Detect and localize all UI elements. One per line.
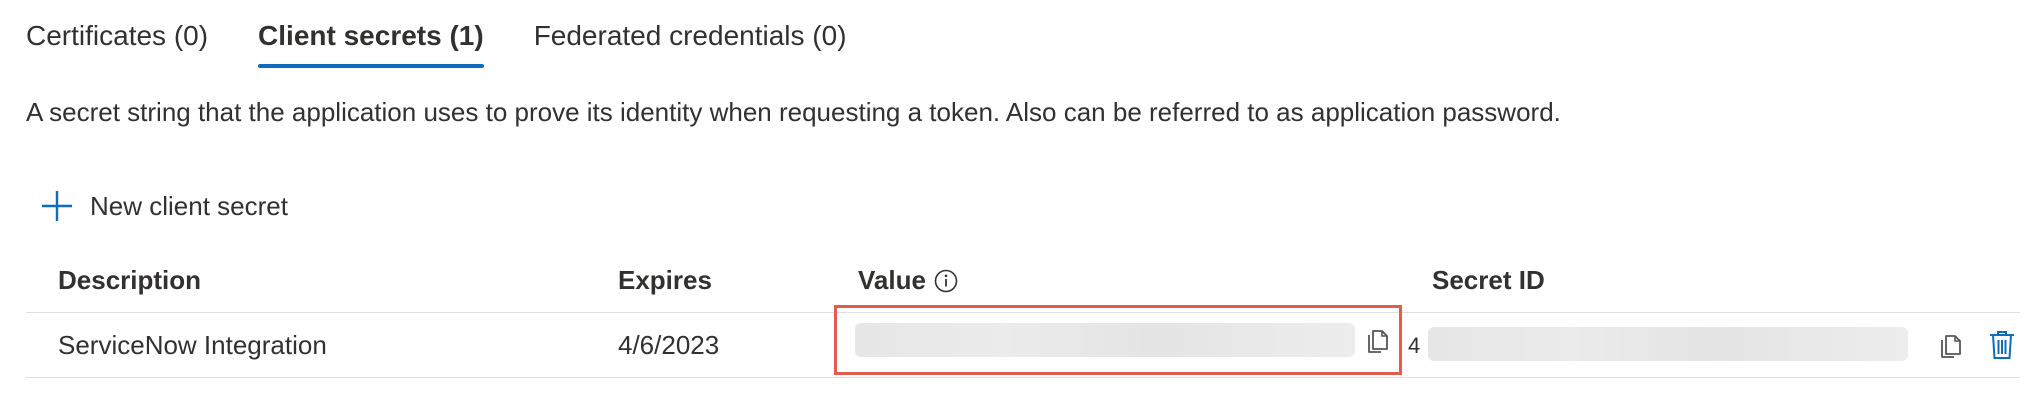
column-header-value-label: Value: [858, 265, 926, 295]
tab-client-secrets[interactable]: Client secrets (1): [258, 14, 484, 70]
credential-tabs: Certificates (0) Client secrets (1) Fede…: [26, 14, 847, 70]
tab-federated-credentials[interactable]: Federated credentials (0): [534, 14, 847, 70]
client-secrets-page: Certificates (0) Client secrets (1) Fede…: [0, 0, 2034, 406]
plus-icon: [42, 191, 72, 221]
secret-expires: 4/6/2023: [618, 330, 720, 360]
column-header-value: Value: [858, 260, 958, 300]
secret-value-highlight: [834, 305, 1402, 375]
secret-value-redacted: [855, 323, 1355, 357]
copy-secret-id-icon[interactable]: [1938, 331, 1964, 359]
column-header-description: Description: [58, 265, 202, 295]
tab-certificates[interactable]: Certificates (0): [26, 14, 208, 70]
new-client-secret-button[interactable]: New client secret: [40, 186, 288, 226]
column-header-secret-id: Secret ID: [1432, 265, 1545, 295]
secret-id-redacted: [1428, 327, 1908, 361]
info-icon[interactable]: [934, 269, 958, 293]
client-secrets-table: Description Expires Value Secret ID Serv…: [26, 250, 2020, 378]
table-header: Description Expires Value Secret ID: [26, 250, 2020, 313]
copy-value-icon[interactable]: [1365, 326, 1391, 354]
secret-id-prefix: 4: [1408, 333, 1421, 358]
secret-description: ServiceNow Integration: [58, 330, 327, 360]
section-description: A secret string that the application use…: [26, 97, 1561, 127]
delete-icon[interactable]: [1988, 329, 2016, 361]
table-row: ServiceNow Integration 4/6/2023 4: [26, 305, 2020, 378]
new-client-secret-label: New client secret: [90, 191, 288, 221]
column-header-expires: Expires: [618, 265, 712, 295]
